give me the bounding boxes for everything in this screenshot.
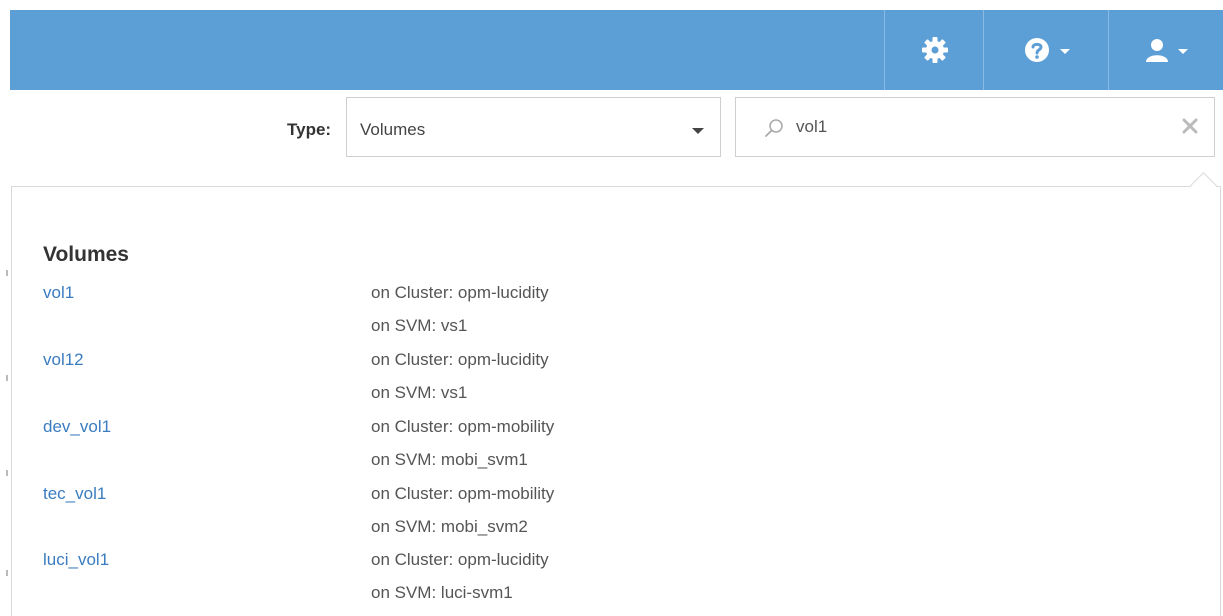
volume-link[interactable]: tec_vol1 bbox=[43, 484, 106, 504]
close-icon[interactable] bbox=[1182, 118, 1198, 134]
list-item: vol1 on Cluster: opm-lucidity on SVM: vs… bbox=[0, 283, 1223, 347]
chevron-down-icon bbox=[1059, 48, 1070, 54]
help-button[interactable] bbox=[983, 10, 1109, 90]
volume-svm: on SVM: vs1 bbox=[371, 383, 468, 402]
volume-link[interactable]: vol12 bbox=[43, 350, 84, 370]
chevron-down-icon bbox=[1177, 48, 1188, 54]
gear-icon bbox=[921, 37, 948, 63]
user-icon bbox=[1145, 39, 1168, 62]
list-item: dev_vol1 on Cluster: opm-mobility on SVM… bbox=[0, 417, 1223, 481]
search-input[interactable] bbox=[796, 112, 1176, 142]
search-icon bbox=[765, 119, 783, 137]
section-title-volumes: Volumes bbox=[43, 243, 129, 266]
volume-link[interactable]: dev_vol1 bbox=[43, 417, 111, 437]
volume-svm: on SVM: luci-svm1 bbox=[371, 583, 513, 602]
type-select[interactable]: Volumes bbox=[346, 97, 721, 157]
volume-cluster: on Cluster: opm-lucidity bbox=[371, 350, 549, 369]
chevron-down-icon bbox=[692, 128, 704, 134]
settings-button[interactable] bbox=[884, 10, 984, 90]
list-item: tec_vol1 on Cluster: opm-mobility on SVM… bbox=[0, 484, 1223, 548]
list-item: vol12 on Cluster: opm-lucidity on SVM: v… bbox=[0, 350, 1223, 414]
volume-svm: on SVM: vs1 bbox=[371, 316, 468, 335]
volume-svm: on SVM: mobi_svm2 bbox=[371, 517, 528, 536]
search-box[interactable] bbox=[735, 97, 1215, 157]
user-menu-button[interactable] bbox=[1108, 10, 1223, 90]
filter-bar: Type: Volumes bbox=[0, 90, 1223, 180]
list-item: luci_vol1 on Cluster: opm-lucidity on SV… bbox=[0, 550, 1223, 614]
type-label: Type: bbox=[287, 120, 332, 139]
volume-cluster: on Cluster: opm-mobility bbox=[371, 484, 555, 503]
type-select-value: Volumes bbox=[360, 120, 426, 139]
volume-link[interactable]: vol1 bbox=[43, 283, 74, 303]
volume-cluster: on Cluster: opm-lucidity bbox=[371, 550, 549, 569]
help-icon bbox=[1024, 38, 1049, 62]
top-bar bbox=[10, 10, 1223, 90]
volume-link[interactable]: luci_vol1 bbox=[43, 550, 109, 570]
volume-cluster: on Cluster: opm-mobility bbox=[371, 417, 555, 436]
volume-cluster: on Cluster: opm-lucidity bbox=[371, 283, 549, 302]
volume-svm: on SVM: mobi_svm1 bbox=[371, 450, 528, 469]
